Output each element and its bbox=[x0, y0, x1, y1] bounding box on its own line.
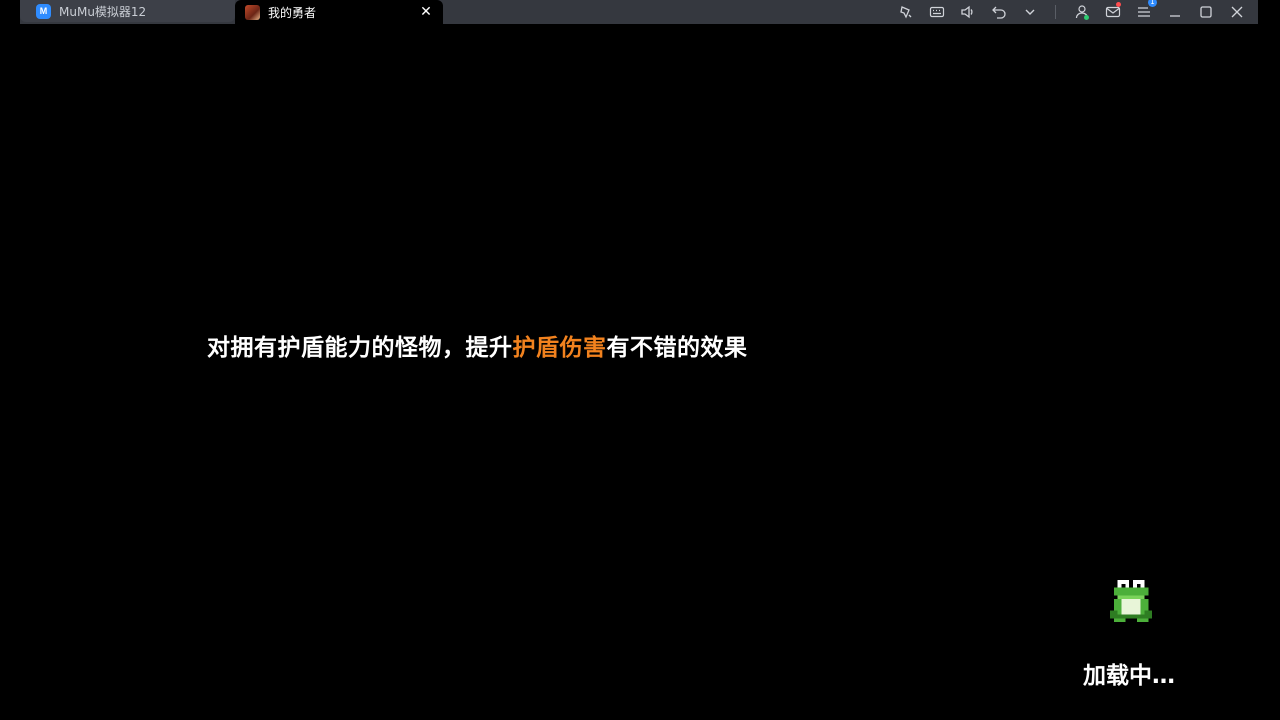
loading-label: 加载中… bbox=[1083, 663, 1175, 689]
frog-mascot-icon bbox=[1109, 580, 1153, 626]
online-status-dot bbox=[1084, 15, 1089, 20]
tip-text-part2: 有不错的效果 bbox=[606, 335, 748, 361]
tip-text-part1: 对拥有护盾能力的怪物，提升 bbox=[207, 335, 513, 361]
game-logo-icon bbox=[245, 4, 260, 20]
close-window-icon[interactable] bbox=[1221, 1, 1252, 23]
shake-icon[interactable] bbox=[890, 1, 921, 23]
mail-icon[interactable] bbox=[1097, 1, 1128, 23]
tab-label: 我的勇者 bbox=[268, 5, 317, 20]
menu-badge: 1 bbox=[1148, 0, 1157, 7]
toolbar-divider bbox=[1055, 5, 1056, 19]
account-icon[interactable] bbox=[1066, 1, 1097, 23]
toolbar: 1 bbox=[890, 0, 1258, 24]
minimize-icon[interactable] bbox=[1159, 1, 1190, 23]
chevron-down-icon[interactable] bbox=[1014, 1, 1045, 23]
maximize-icon[interactable] bbox=[1190, 1, 1221, 23]
menu-icon[interactable]: 1 bbox=[1128, 0, 1159, 23]
emulator-title-bar: M MuMu模拟器12 我的勇者 ✕ 1 bbox=[20, 0, 1258, 24]
tab-game[interactable]: 我的勇者 ✕ bbox=[235, 0, 443, 24]
loading-tip-text: 对拥有护盾能力的怪物，提升护盾伤害有不错的效果 bbox=[207, 328, 748, 362]
tab-mumu-home[interactable]: M MuMu模拟器12 bbox=[20, 0, 235, 22]
tab-close-icon[interactable]: ✕ bbox=[419, 4, 433, 20]
mumu-logo-icon: M bbox=[36, 3, 51, 19]
volume-icon[interactable] bbox=[952, 1, 983, 23]
back-icon[interactable] bbox=[983, 1, 1014, 23]
tip-highlight: 护盾伤害 bbox=[512, 335, 607, 361]
keyboard-icon[interactable] bbox=[921, 1, 952, 23]
tab-label: MuMu模拟器12 bbox=[59, 4, 147, 19]
mail-badge-dot bbox=[1116, 2, 1121, 7]
